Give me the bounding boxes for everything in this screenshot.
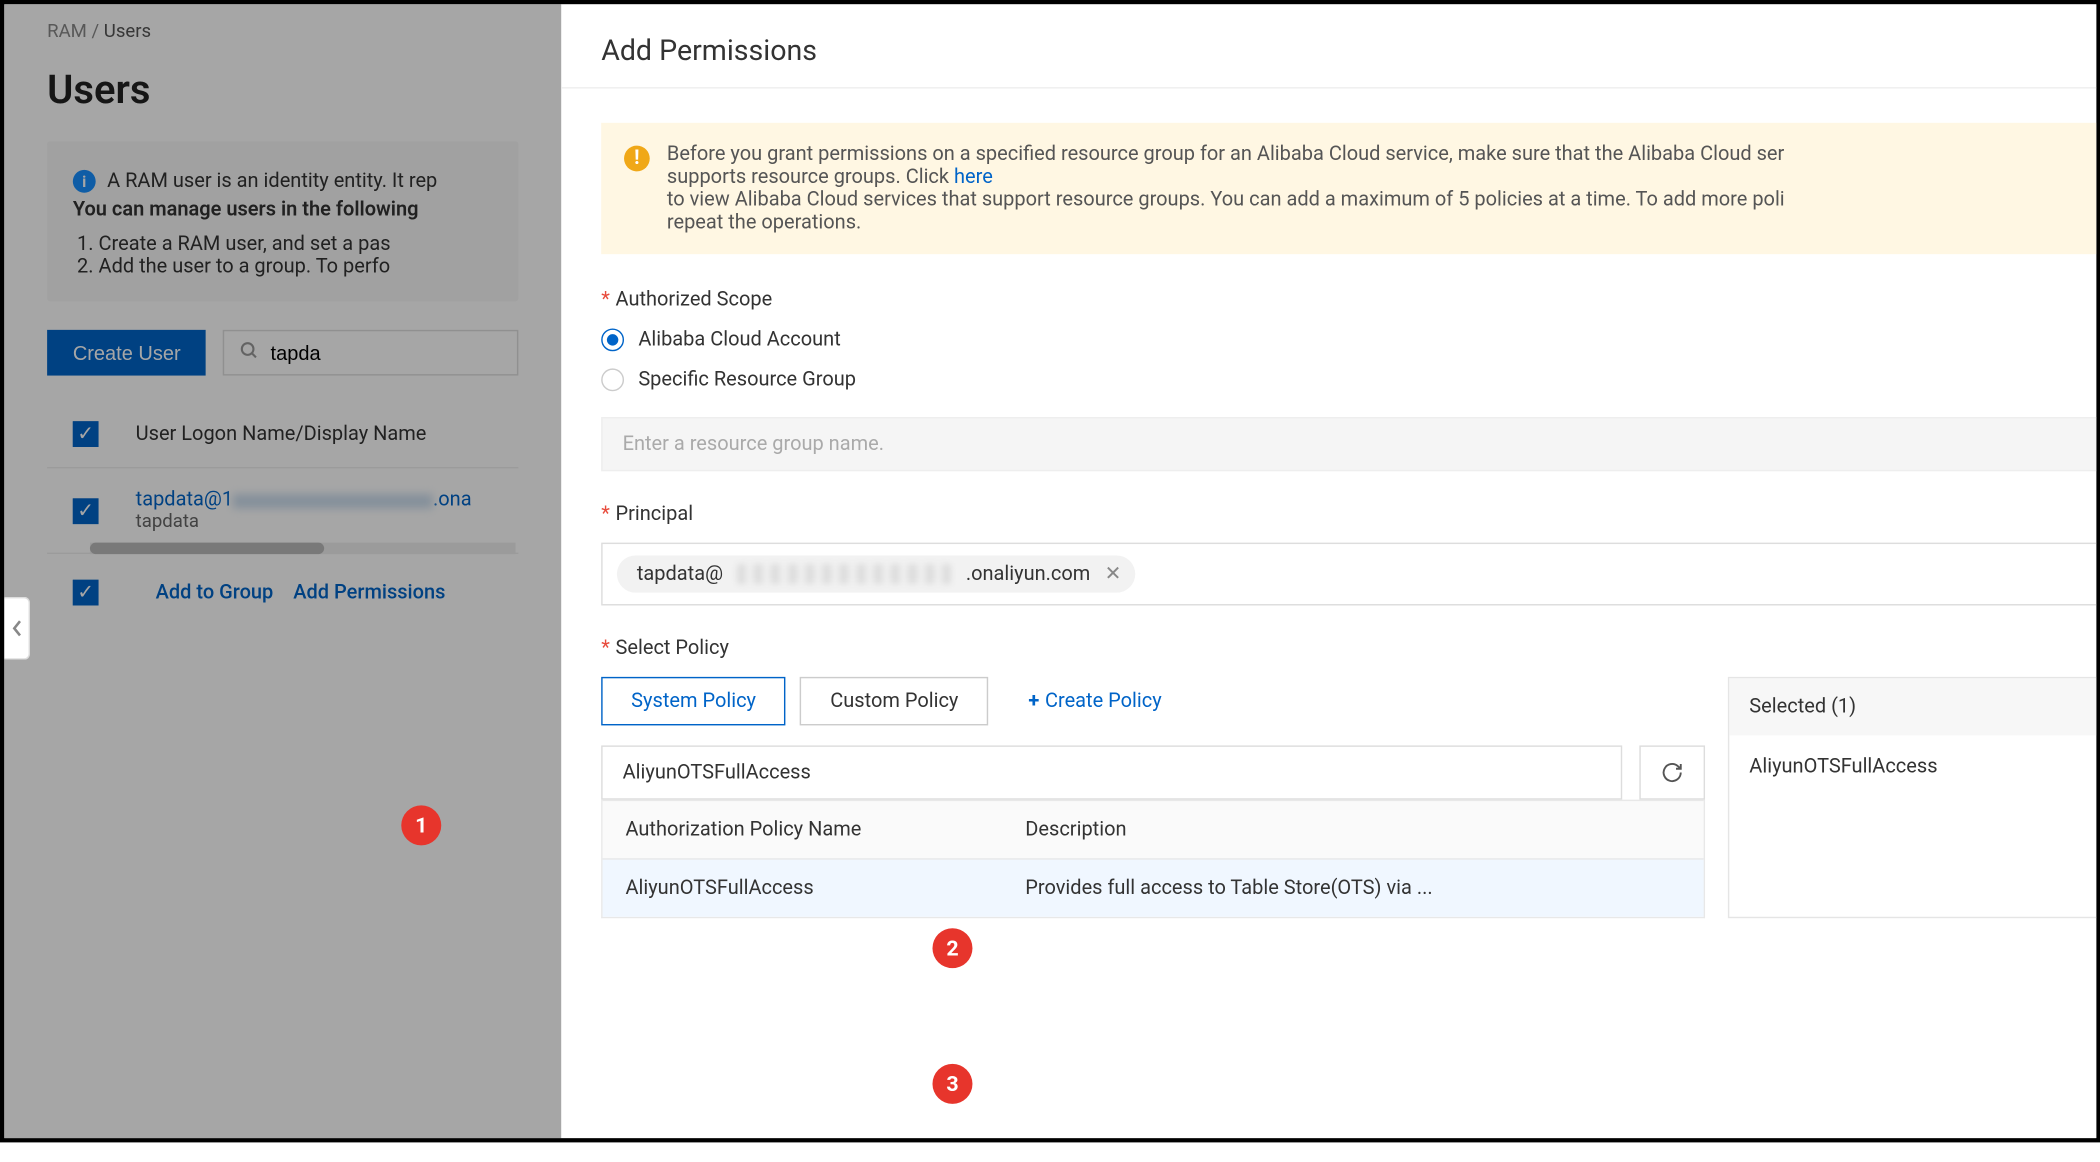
tab-custom-policy[interactable]: Custom Policy: [800, 677, 988, 726]
radio-checked-icon: [601, 328, 624, 351]
policy-table: Authorization Policy Name Description Al…: [601, 800, 1705, 919]
resource-group-input: Enter a resource group name.: [601, 417, 2096, 471]
scope-account-radio[interactable]: Alibaba Cloud Account: [601, 328, 2096, 351]
policy-search-input[interactable]: AliyunOTSFullAccess: [601, 745, 1622, 799]
panel-title: Add Permissions: [561, 4, 2096, 88]
selected-count-header: Selected (1): [1729, 678, 2096, 735]
tab-system-policy[interactable]: System Policy: [601, 677, 786, 726]
principal-chip: tapdata@.onaliyun.com ✕: [617, 555, 1136, 592]
policy-desc-cell: Provides full access to Table Store(OTS)…: [1002, 858, 1703, 917]
pt-header-desc: Description: [1002, 800, 1703, 859]
collapse-handle[interactable]: [4, 597, 30, 660]
selected-policies-panel: Selected (1) AliyunOTSFullAccess: [1728, 677, 2096, 918]
policy-row[interactable]: AliyunOTSFullAccess Provides full access…: [603, 858, 1704, 917]
warning-alert: ! Before you grant permissions on a spec…: [601, 123, 2096, 254]
refresh-icon: [1661, 761, 1684, 784]
callout-2: 2: [932, 928, 972, 968]
refresh-button[interactable]: [1639, 745, 1705, 799]
pt-header-name: Authorization Policy Name: [603, 800, 1003, 859]
policy-name-cell: AliyunOTSFullAccess: [603, 858, 1003, 917]
principal-label: *Principal: [601, 503, 2096, 526]
warning-icon: !: [624, 146, 650, 172]
radio-unchecked-icon: [601, 368, 624, 391]
select-policy-label: *Select Policy: [601, 637, 2096, 660]
selected-policy-item[interactable]: AliyunOTSFullAccess: [1729, 735, 2096, 798]
remove-chip-icon[interactable]: ✕: [1105, 563, 1122, 586]
callout-3: 3: [932, 1064, 972, 1104]
plus-icon: +: [1028, 690, 1039, 713]
scope-label: *Authorized Scope: [601, 288, 2096, 311]
here-link[interactable]: here: [954, 166, 993, 189]
add-permissions-panel: Add Permissions ! Before you grant permi…: [561, 4, 2096, 1138]
create-policy-link[interactable]: + Create Policy: [1028, 690, 1161, 713]
scope-resource-group-radio[interactable]: Specific Resource Group: [601, 368, 2096, 391]
callout-1: 1: [401, 805, 441, 845]
principal-input[interactable]: tapdata@.onaliyun.com ✕: [601, 543, 2096, 606]
